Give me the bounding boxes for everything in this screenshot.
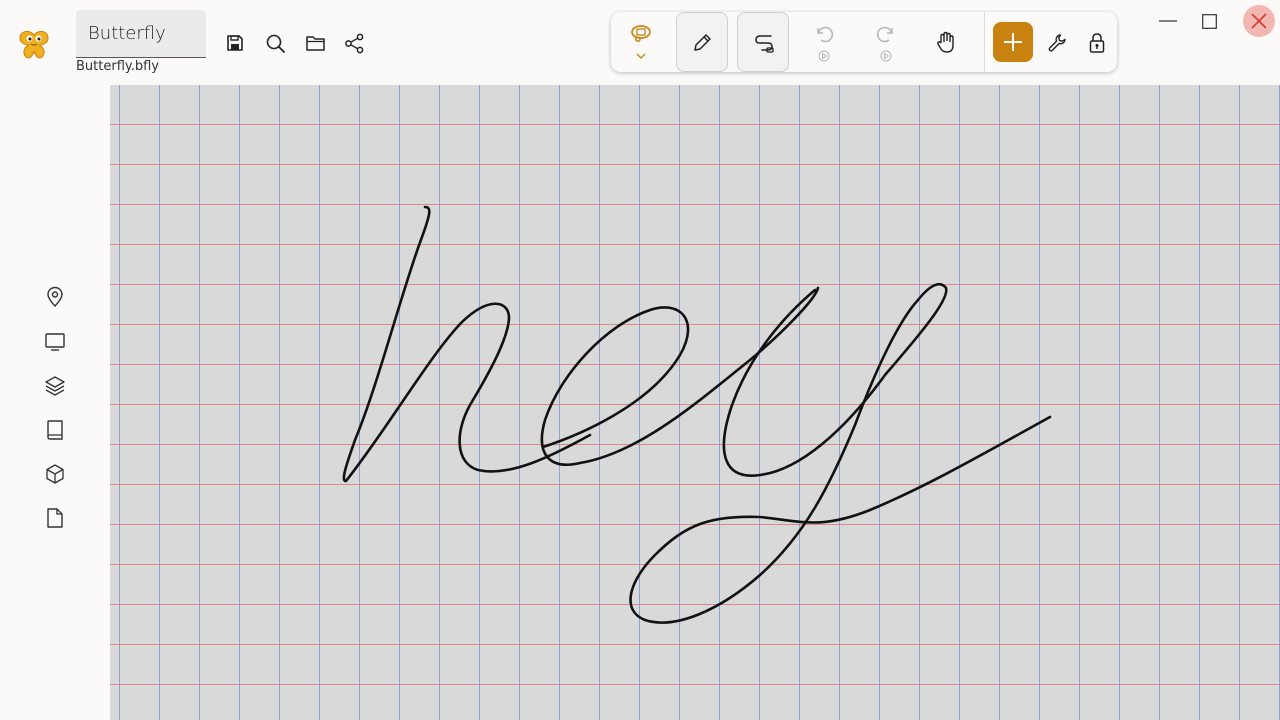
top-bar: Butterfly Butterfly.bfly — [0, 0, 1280, 85]
path-eraser-tool-button[interactable] — [737, 12, 789, 72]
pen-icon — [692, 32, 713, 53]
document-title-field[interactable]: Butterfly — [76, 10, 206, 58]
share-icon[interactable] — [344, 33, 365, 54]
lasso-icon[interactable] — [630, 24, 652, 44]
document-title: Butterfly — [88, 23, 166, 44]
redo-icon[interactable] — [875, 24, 897, 44]
close-button[interactable] — [1238, 0, 1280, 42]
tool-bar — [611, 12, 1117, 72]
hand-icon[interactable] — [935, 31, 957, 54]
undo-history-icon[interactable] — [818, 50, 830, 62]
plus-icon — [1002, 31, 1024, 53]
pen-tool-button[interactable] — [676, 12, 728, 72]
file-icon[interactable] — [44, 507, 66, 529]
sidebar — [0, 85, 110, 720]
search-icon[interactable] — [265, 33, 286, 54]
undo-icon[interactable] — [813, 24, 835, 44]
location-pin-icon[interactable] — [44, 286, 66, 308]
redo-history-icon[interactable] — [880, 50, 892, 62]
maximize-button[interactable] — [1182, 0, 1238, 42]
handwriting-hey — [342, 205, 1052, 624]
maximize-icon — [1202, 14, 1217, 29]
minimize-icon — [1159, 20, 1177, 22]
save-icon[interactable] — [225, 33, 245, 53]
wrench-icon[interactable] — [1047, 33, 1067, 53]
butterfly-logo-icon[interactable] — [17, 27, 51, 61]
add-button[interactable] — [993, 22, 1033, 62]
book-icon[interactable] — [44, 419, 66, 441]
document-filename: Butterfly.bfly — [76, 59, 159, 74]
toolbar-divider — [984, 12, 985, 72]
cube-icon[interactable] — [44, 463, 66, 485]
folder-icon[interactable] — [305, 34, 326, 53]
chevron-down-icon[interactable] — [636, 52, 646, 60]
drawing-canvas[interactable] — [110, 85, 1280, 720]
monitor-icon[interactable] — [44, 331, 66, 353]
lock-icon[interactable] — [1088, 32, 1106, 54]
path-eraser-icon — [753, 32, 775, 54]
layers-icon[interactable] — [44, 375, 66, 397]
